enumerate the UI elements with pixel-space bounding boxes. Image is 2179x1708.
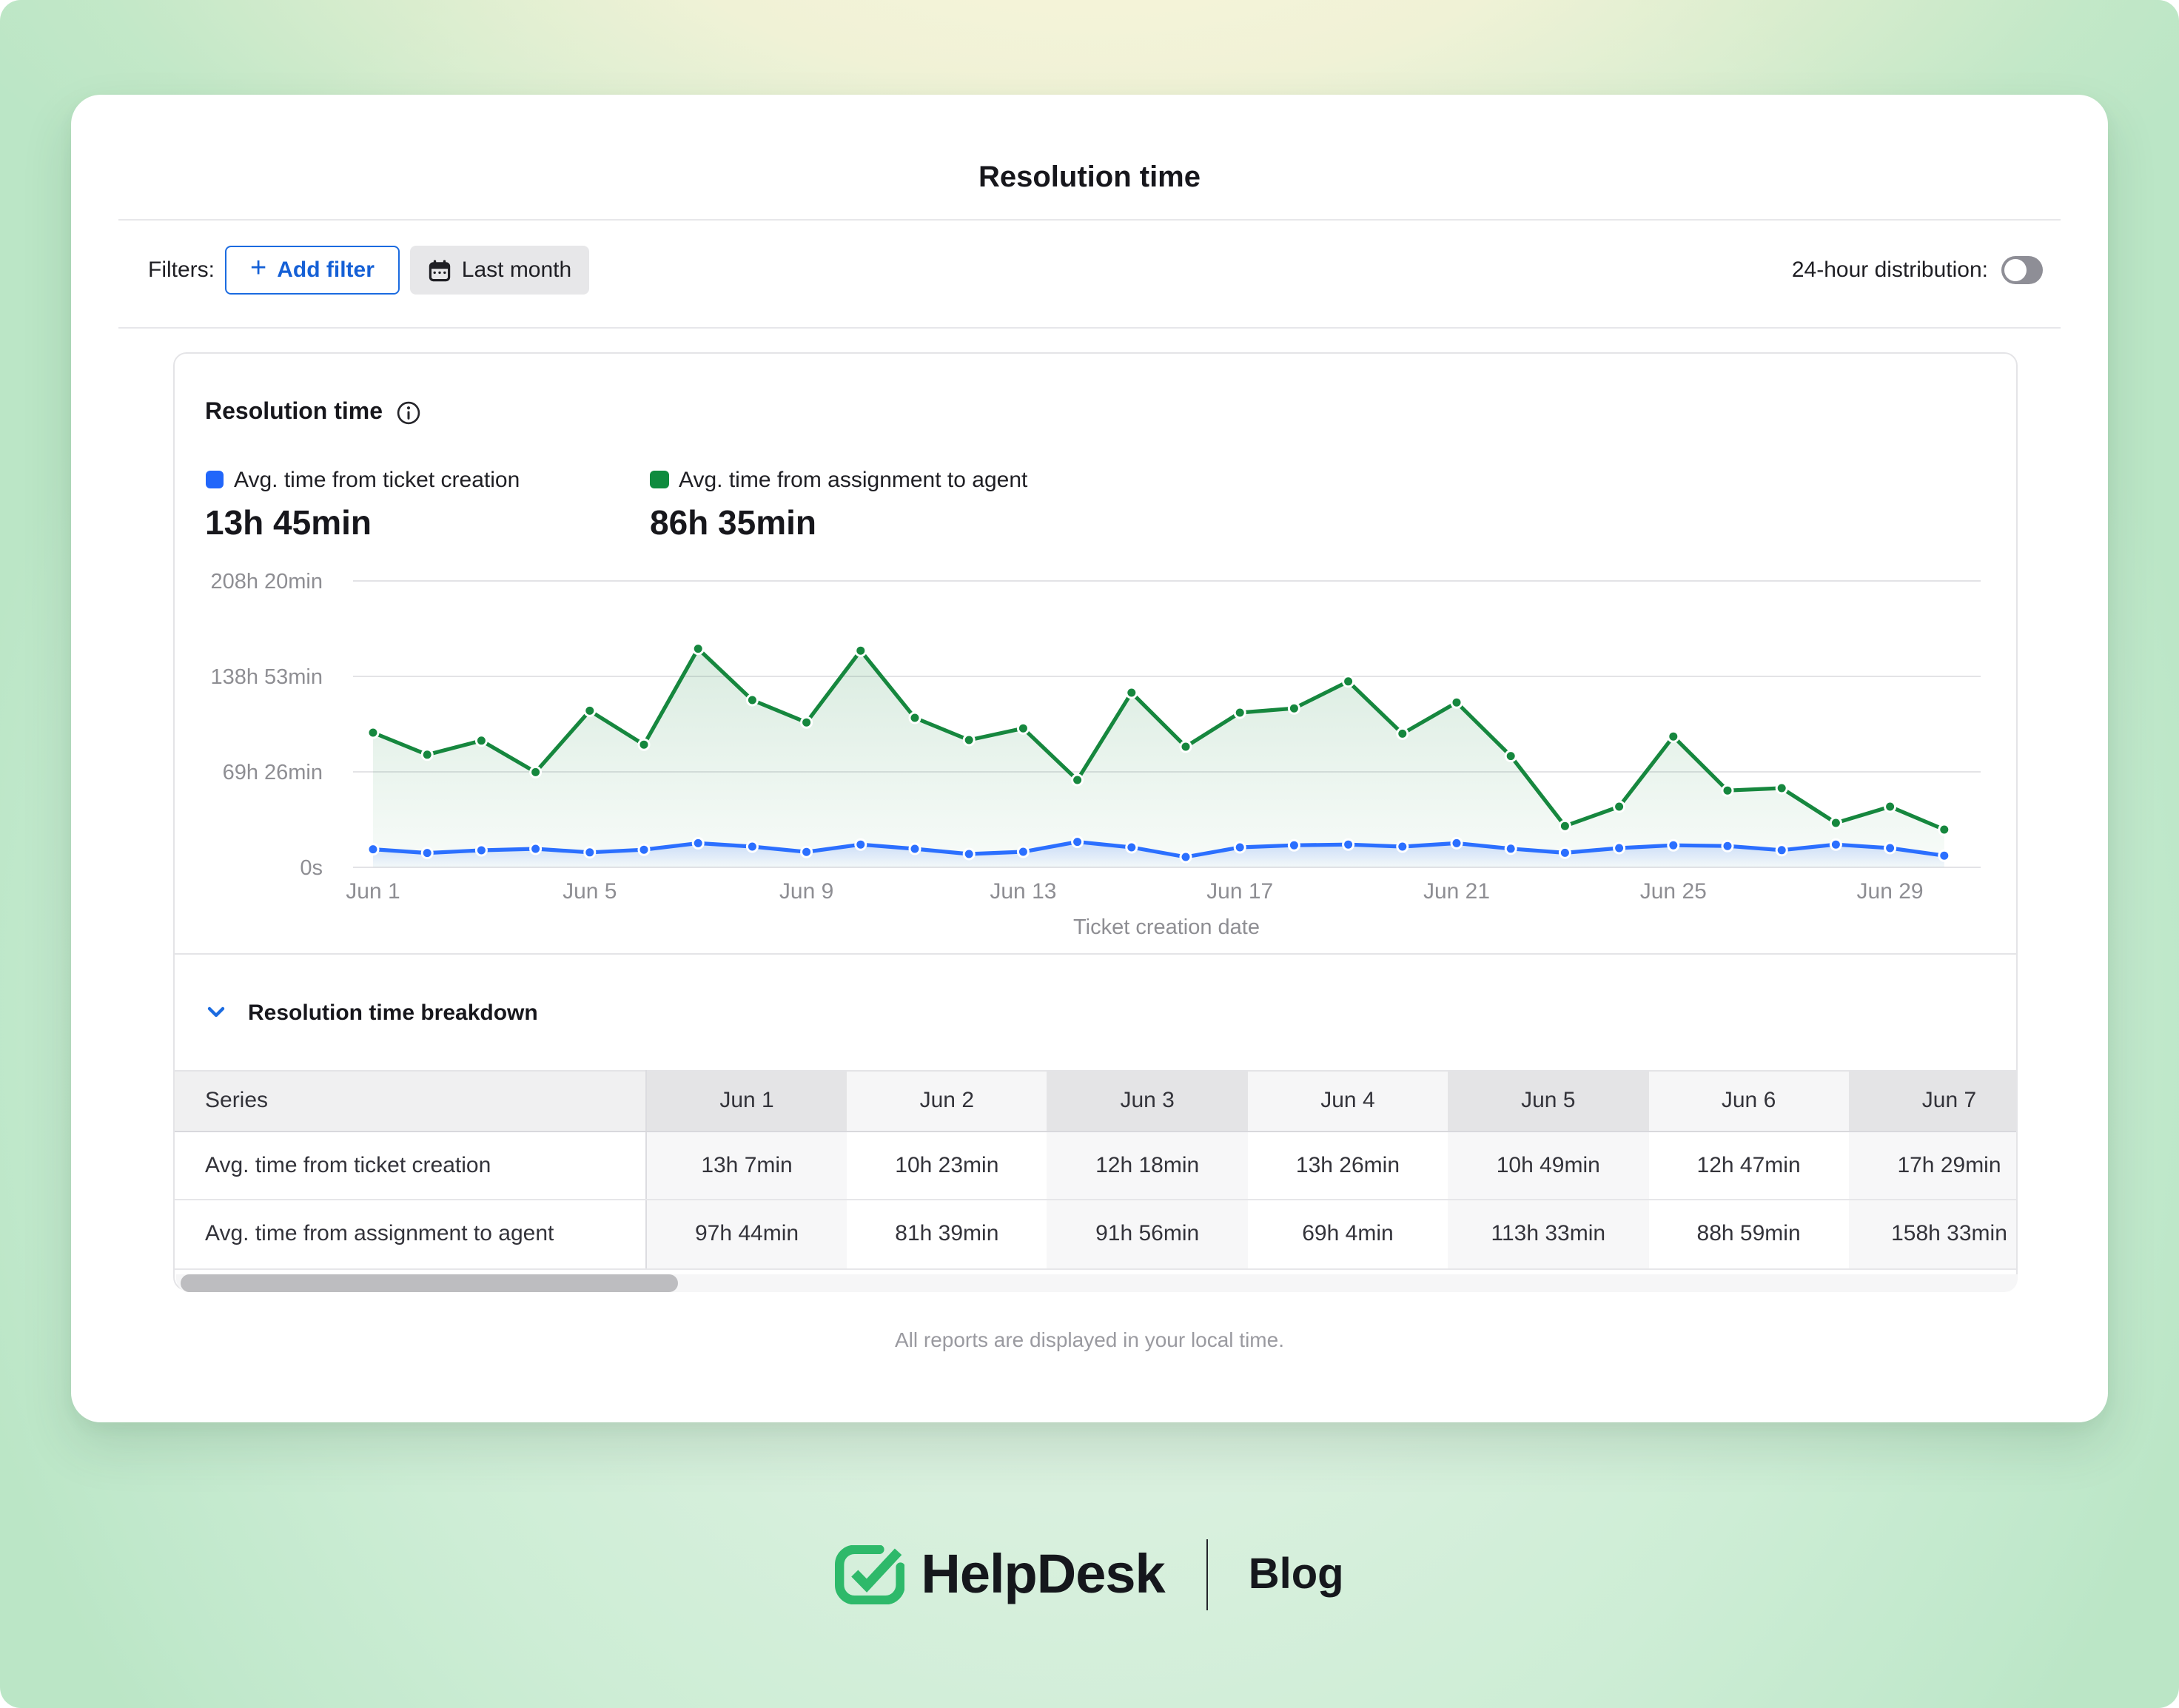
svg-text:Jun 9: Jun 9 — [779, 878, 833, 903]
svg-text:0s: 0s — [299, 855, 322, 879]
svg-text:69h 26min: 69h 26min — [222, 760, 322, 784]
svg-text:208h 20min: 208h 20min — [209, 569, 322, 593]
svg-text:Jun 25: Jun 25 — [1639, 878, 1706, 903]
svg-text:Jun 29: Jun 29 — [1856, 878, 1923, 903]
svg-text:Jun 1: Jun 1 — [345, 878, 399, 903]
svg-text:Ticket creation date: Ticket creation date — [1072, 915, 1259, 938]
svg-text:Jun 13: Jun 13 — [989, 878, 1055, 903]
svg-text:Jun 21: Jun 21 — [1423, 878, 1489, 903]
svg-text:138h 53min: 138h 53min — [209, 665, 322, 688]
svg-text:Jun 5: Jun 5 — [562, 878, 616, 903]
svg-text:Jun 17: Jun 17 — [1206, 878, 1272, 903]
